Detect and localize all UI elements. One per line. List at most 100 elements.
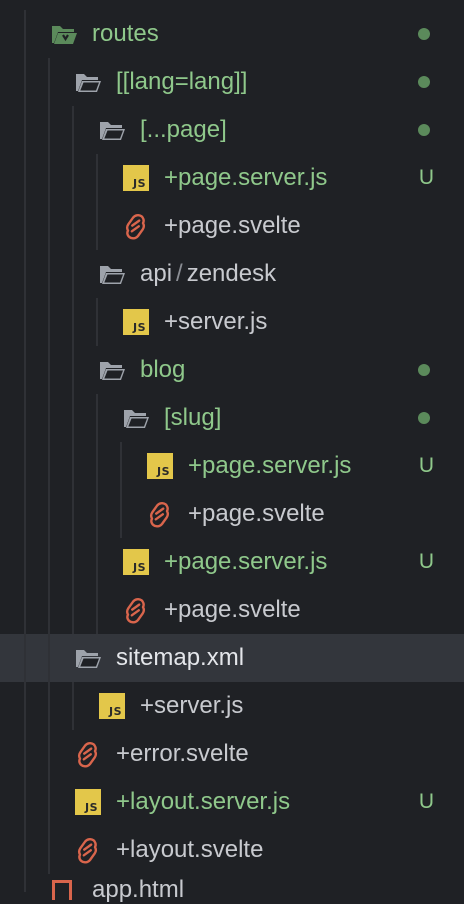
js-file-icon: JS — [99, 693, 125, 719]
indent-guide — [48, 394, 50, 442]
indent-guide — [24, 298, 26, 346]
tree-item-layout-svelte[interactable]: +layout.svelte — [0, 826, 464, 874]
tree-item-routes[interactable]: routes — [0, 10, 464, 58]
folder-open-routes-icon — [50, 20, 78, 48]
tree-item-label: [slug] — [164, 404, 222, 431]
path-segment-api: api — [140, 260, 173, 287]
js-file-icon: JS — [75, 789, 101, 815]
indent-guide — [120, 442, 122, 490]
indent-guide — [96, 154, 98, 202]
indent-guide — [24, 58, 26, 106]
folder-open-icon — [122, 404, 150, 432]
indent-guide — [24, 730, 26, 778]
indent-guide — [96, 538, 98, 586]
indent-guide — [96, 490, 98, 538]
tree-item-page-server-js[interactable]: JS +page.server.js U — [0, 442, 464, 490]
tree-item-label: [[lang=lang]] — [116, 68, 248, 95]
tree-item-page-server-js[interactable]: JS +page.server.js U — [0, 154, 464, 202]
tree-item-layout-server-js[interactable]: JS +layout.server.js U — [0, 778, 464, 826]
indent-guide — [48, 778, 50, 826]
indent-guide — [48, 202, 50, 250]
tree-item-server-js[interactable]: JS +server.js — [0, 682, 464, 730]
tree-item-label: api / zendesk — [140, 250, 276, 298]
indent-guide — [72, 682, 74, 730]
indent-guide — [72, 586, 74, 634]
untracked-status-badge: U — [418, 166, 434, 189]
indent-guide — [48, 298, 50, 346]
tree-item-label: +page.server.js — [164, 164, 328, 191]
tree-item-server-js[interactable]: JS +server.js — [0, 298, 464, 346]
indent-guide — [72, 202, 74, 250]
tree-item-label: [...page] — [140, 116, 227, 143]
tree-item-label: +error.svelte — [116, 740, 249, 767]
js-file-icon: JS — [147, 453, 173, 479]
svelte-file-icon — [146, 500, 174, 528]
tree-item-label: +page.server.js — [188, 452, 352, 479]
indent-guide — [48, 490, 50, 538]
folder-open-icon — [98, 260, 126, 288]
indent-guide — [72, 154, 74, 202]
indent-guide — [24, 586, 26, 634]
indent-guide — [72, 346, 74, 394]
tree-item-label: +page.svelte — [164, 596, 301, 623]
folder-open-icon — [98, 116, 126, 144]
tree-item-page-svelte[interactable]: +page.svelte — [0, 490, 464, 538]
untracked-status-badge: U — [418, 790, 434, 813]
indent-guide — [48, 58, 50, 106]
tree-item-page-svelte[interactable]: +page.svelte — [0, 202, 464, 250]
folder-open-icon — [74, 644, 102, 672]
modified-dot — [418, 412, 430, 424]
indent-guide — [24, 346, 26, 394]
indent-guide — [24, 826, 26, 874]
indent-guide — [96, 394, 98, 442]
html-file-icon — [52, 880, 72, 900]
folder-open-icon — [98, 356, 126, 384]
indent-guide — [72, 298, 74, 346]
indent-guide — [24, 106, 26, 154]
indent-guide — [24, 682, 26, 730]
indent-guide — [96, 202, 98, 250]
modified-dot — [418, 76, 430, 88]
indent-guide — [72, 442, 74, 490]
modified-dot — [418, 28, 430, 40]
indent-guide — [24, 778, 26, 826]
indent-guide — [96, 442, 98, 490]
indent-guide — [72, 250, 74, 298]
indent-guide — [24, 154, 26, 202]
modified-dot — [418, 124, 430, 136]
indent-guide — [24, 490, 26, 538]
indent-guide — [48, 106, 50, 154]
tree-item-lang-folder[interactable]: [[lang=lang]] — [0, 58, 464, 106]
untracked-status-badge: U — [418, 550, 434, 573]
tree-item-page-server-js[interactable]: JS +page.server.js U — [0, 538, 464, 586]
indent-guide — [48, 826, 50, 874]
indent-guide — [48, 250, 50, 298]
tree-item-label: +layout.svelte — [116, 836, 264, 863]
svelte-file-icon — [74, 836, 102, 864]
indent-guide — [48, 442, 50, 490]
indent-guide — [96, 298, 98, 346]
modified-dot — [418, 364, 430, 376]
path-separator: / — [176, 260, 183, 287]
indent-guide — [72, 106, 74, 154]
js-file-icon: JS — [123, 165, 149, 191]
untracked-status-badge: U — [418, 454, 434, 477]
tree-item-error-svelte[interactable]: +error.svelte — [0, 730, 464, 778]
indent-guide — [48, 154, 50, 202]
tree-item-api-zendesk-folder[interactable]: api / zendesk — [0, 250, 464, 298]
tree-item-slug-folder[interactable]: [slug] — [0, 394, 464, 442]
tree-item-blog-folder[interactable]: blog — [0, 346, 464, 394]
indent-guide — [120, 490, 122, 538]
tree-item-label-partial[interactable]: app.html — [92, 876, 184, 904]
tree-item-label: +page.svelte — [188, 500, 325, 527]
tree-item-sitemap-folder[interactable]: sitemap.xml — [0, 634, 464, 682]
tree-item-label: +server.js — [140, 692, 244, 719]
tree-item-page-svelte[interactable]: +page.svelte — [0, 586, 464, 634]
tree-item-label: +page.svelte — [164, 212, 301, 239]
file-explorer-tree: routes [[lang=lang]] [...page] JS +page.… — [0, 0, 464, 903]
js-file-icon: JS — [123, 549, 149, 575]
tree-item-page-folder[interactable]: [...page] — [0, 106, 464, 154]
indent-guide — [24, 250, 26, 298]
svelte-file-icon — [122, 596, 150, 624]
indent-guide — [48, 346, 50, 394]
